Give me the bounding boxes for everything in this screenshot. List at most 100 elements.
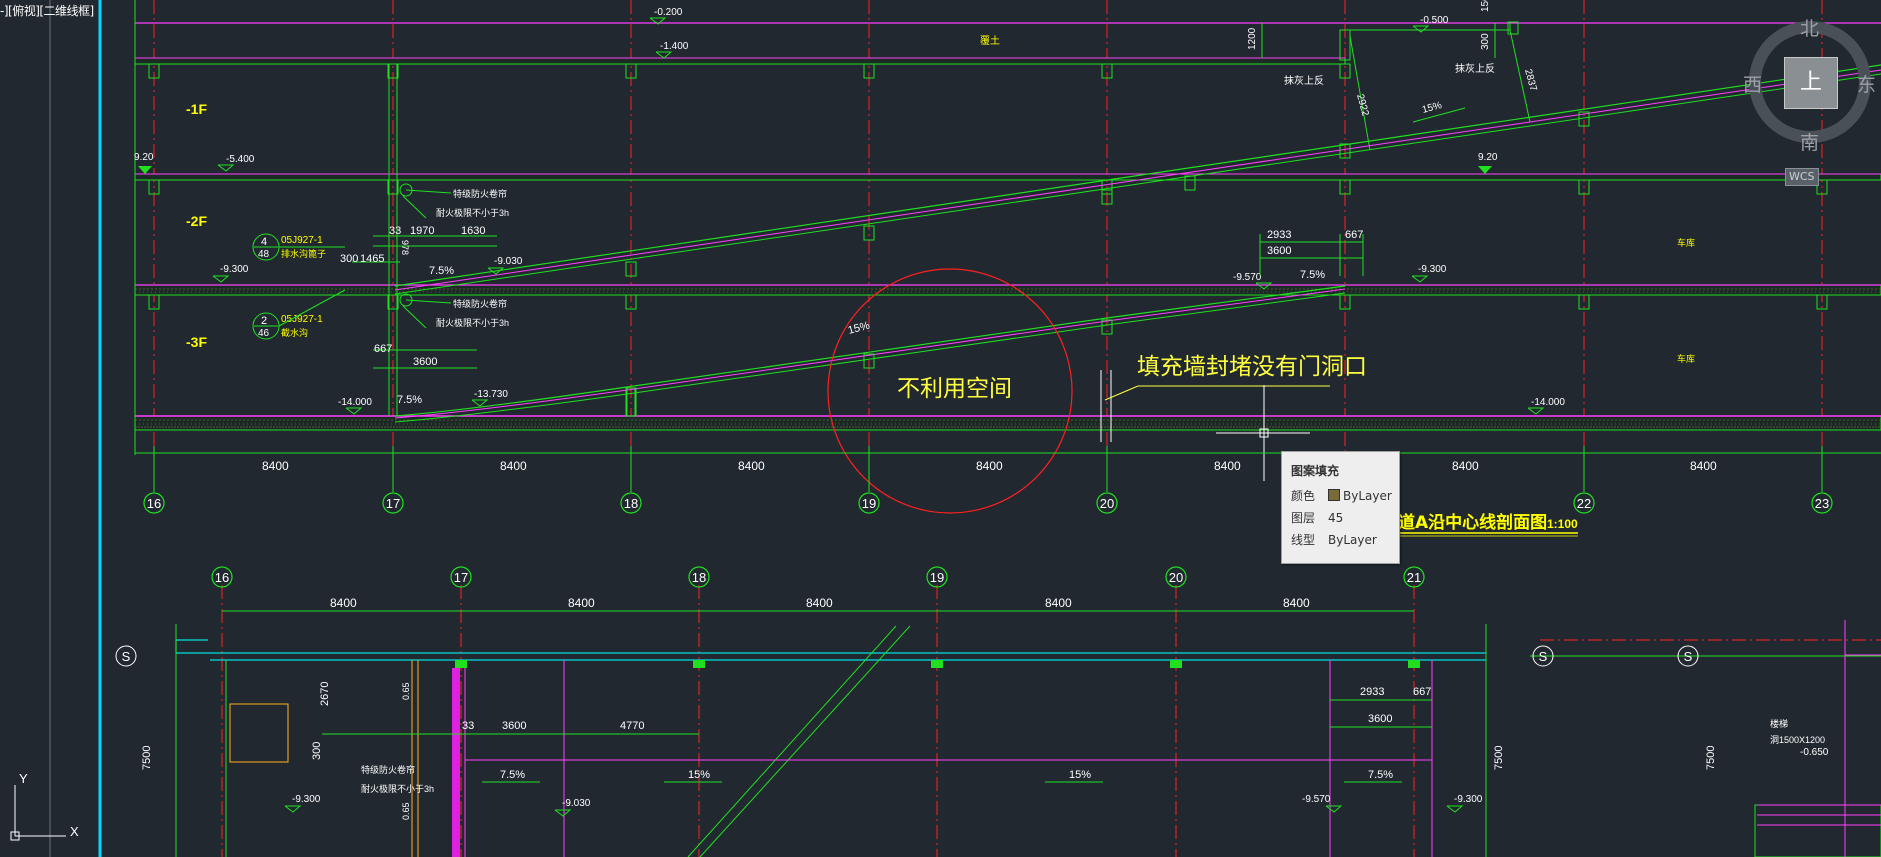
svg-text:抹灰上反: 抹灰上反 xyxy=(1284,74,1324,87)
tooltip-row-color: 颜色 ByLayer xyxy=(1291,489,1392,503)
svg-text:300: 300 xyxy=(340,253,358,265)
viewport-control-label[interactable]: -][俯视][二维线框] xyxy=(0,2,94,19)
svg-text:-14.000: -14.000 xyxy=(338,397,372,408)
svg-text:15%: 15% xyxy=(688,769,710,781)
svg-text:洞1500X1200: 洞1500X1200 xyxy=(1770,735,1825,745)
svg-text:33: 33 xyxy=(389,225,401,237)
svg-text:特级防火卷帘: 特级防火卷帘 xyxy=(453,298,507,309)
svg-text:8400: 8400 xyxy=(330,596,357,610)
svg-text:耐火极限不小于3h: 耐火极限不小于3h xyxy=(436,317,509,328)
svg-text:8400: 8400 xyxy=(806,596,833,610)
grid-label: 19 xyxy=(930,570,944,585)
section-scale: 1:100 xyxy=(1547,517,1578,531)
svg-text:8400: 8400 xyxy=(1214,459,1241,473)
svg-text:1630: 1630 xyxy=(461,225,485,237)
grid-label: 16 xyxy=(215,570,229,585)
grid-label: 18 xyxy=(624,496,638,511)
svg-text:48: 48 xyxy=(258,249,270,260)
ucs-icon xyxy=(10,785,66,841)
svg-text:15%: 15% xyxy=(1421,100,1443,116)
section-title: 道A沿中心线剖面图 xyxy=(1398,512,1547,533)
svg-text:667: 667 xyxy=(1413,686,1431,698)
svg-text:2670: 2670 xyxy=(319,682,331,706)
svg-text:1200: 1200 xyxy=(1247,27,1258,50)
detail-reference-2[interactable]: 2 46 05J927-1 截水沟 xyxy=(252,289,346,340)
viewcube[interactable]: 上 xyxy=(1784,57,1838,109)
svg-text:-0.650: -0.650 xyxy=(1800,747,1829,758)
svg-text:2922: 2922 xyxy=(1354,93,1370,118)
cad-canvas[interactable]: -1F -2F -3F -0.200 -1.400 -0.500 -5.400 … xyxy=(0,0,1881,857)
svg-text:8400: 8400 xyxy=(976,459,1003,473)
floor-label: -1F xyxy=(186,101,207,117)
svg-text:978: 978 xyxy=(400,240,410,255)
svg-text:-9.030: -9.030 xyxy=(494,256,523,267)
svg-text:33: 33 xyxy=(462,720,474,732)
svg-text:-0.200: -0.200 xyxy=(654,7,683,18)
svg-text:7500: 7500 xyxy=(1493,746,1505,770)
svg-text:楼梯: 楼梯 xyxy=(1770,718,1788,729)
cad-drawing-area[interactable]: -1F -2F -3F -0.200 -1.400 -0.500 -5.400 … xyxy=(0,0,1881,857)
svg-text:46: 46 xyxy=(258,328,270,339)
floor-label: -2F xyxy=(186,213,207,229)
svg-text:排水沟篦子: 排水沟篦子 xyxy=(281,248,326,259)
svg-text:S: S xyxy=(1684,649,1693,664)
svg-text:4770: 4770 xyxy=(620,720,644,732)
grid-label: 23 xyxy=(1815,496,1829,511)
svg-text:2837: 2837 xyxy=(1522,68,1538,93)
grid-label: 16 xyxy=(147,496,161,511)
wcs-menu-button[interactable]: WCS xyxy=(1785,168,1819,186)
compass-south[interactable]: 南 xyxy=(1800,128,1819,155)
svg-text:0.65: 0.65 xyxy=(401,802,411,820)
svg-text:05J927-1: 05J927-1 xyxy=(281,314,323,325)
ucs-y-label: Y xyxy=(19,771,28,786)
svg-text:667: 667 xyxy=(1345,229,1363,241)
compass-north[interactable]: 北 xyxy=(1800,14,1819,41)
svg-text:05J927-1: 05J927-1 xyxy=(281,235,323,246)
svg-text:覆土: 覆土 xyxy=(980,34,1000,47)
svg-text:-14.000: -14.000 xyxy=(1531,397,1565,408)
svg-text:8400: 8400 xyxy=(1283,596,1310,610)
svg-text:8400: 8400 xyxy=(1690,459,1717,473)
svg-text:150: 150 xyxy=(1480,0,1491,12)
grid-label: 21 xyxy=(1407,570,1421,585)
svg-text:2933: 2933 xyxy=(1360,686,1384,698)
svg-text:15%: 15% xyxy=(1069,769,1091,781)
tooltip-row-linetype: 线型 ByLayer xyxy=(1291,533,1377,547)
svg-text:车库: 车库 xyxy=(1677,237,1695,248)
svg-text:8400: 8400 xyxy=(568,596,595,610)
svg-text:7.5%: 7.5% xyxy=(1368,769,1393,781)
svg-text:特级防火卷帘: 特级防火卷帘 xyxy=(361,764,415,775)
grid-label: 22 xyxy=(1577,496,1591,511)
svg-text:15%: 15% xyxy=(847,320,872,337)
compass-east[interactable]: 东 xyxy=(1857,70,1876,97)
svg-text:1465: 1465 xyxy=(360,253,384,265)
annotation-infill-wall: 填充墙封堵没有门洞口 xyxy=(1137,354,1367,380)
svg-text:7.5%: 7.5% xyxy=(500,769,525,781)
svg-text:3600: 3600 xyxy=(1368,713,1392,725)
svg-text:-9.570: -9.570 xyxy=(1233,272,1262,283)
svg-text:0.65: 0.65 xyxy=(401,682,411,700)
svg-text:7.5%: 7.5% xyxy=(1300,269,1325,281)
svg-text:8400: 8400 xyxy=(738,459,765,473)
svg-text:-9.570: -9.570 xyxy=(1302,794,1331,805)
svg-text:2: 2 xyxy=(261,315,267,327)
svg-text:截水沟: 截水沟 xyxy=(281,327,308,338)
span-dimensions: 8400 8400 8400 8400 8400 8400 8400 xyxy=(262,459,1717,473)
detail-reference-1[interactable]: 4 48 05J927-1 排水沟篦子 xyxy=(252,233,345,261)
compass-west[interactable]: 西 xyxy=(1743,70,1762,97)
upper-section-drawing: -1F -2F -3F -0.200 -1.400 -0.500 -5.400 … xyxy=(134,0,1881,537)
color-swatch xyxy=(1328,489,1340,501)
grid-label: 19 xyxy=(862,496,876,511)
svg-text:2933: 2933 xyxy=(1267,229,1291,241)
svg-text:667: 667 xyxy=(374,343,392,355)
svg-text:-9.030: -9.030 xyxy=(562,798,591,809)
svg-text:7.5%: 7.5% xyxy=(397,394,422,406)
svg-text:8400: 8400 xyxy=(500,459,527,473)
tooltip-row-layer: 图层 45 xyxy=(1291,511,1344,525)
svg-text:特级防火卷帘: 特级防火卷帘 xyxy=(453,188,507,199)
grid-label: 20 xyxy=(1100,496,1114,511)
hatch-properties-tooltip: 图案填充 颜色 ByLayer 图层 45 线型 ByLayer xyxy=(1281,451,1400,564)
grid-label: 17 xyxy=(386,496,400,511)
svg-text:9.20: 9.20 xyxy=(134,152,154,163)
svg-text:-9.300: -9.300 xyxy=(292,794,321,805)
